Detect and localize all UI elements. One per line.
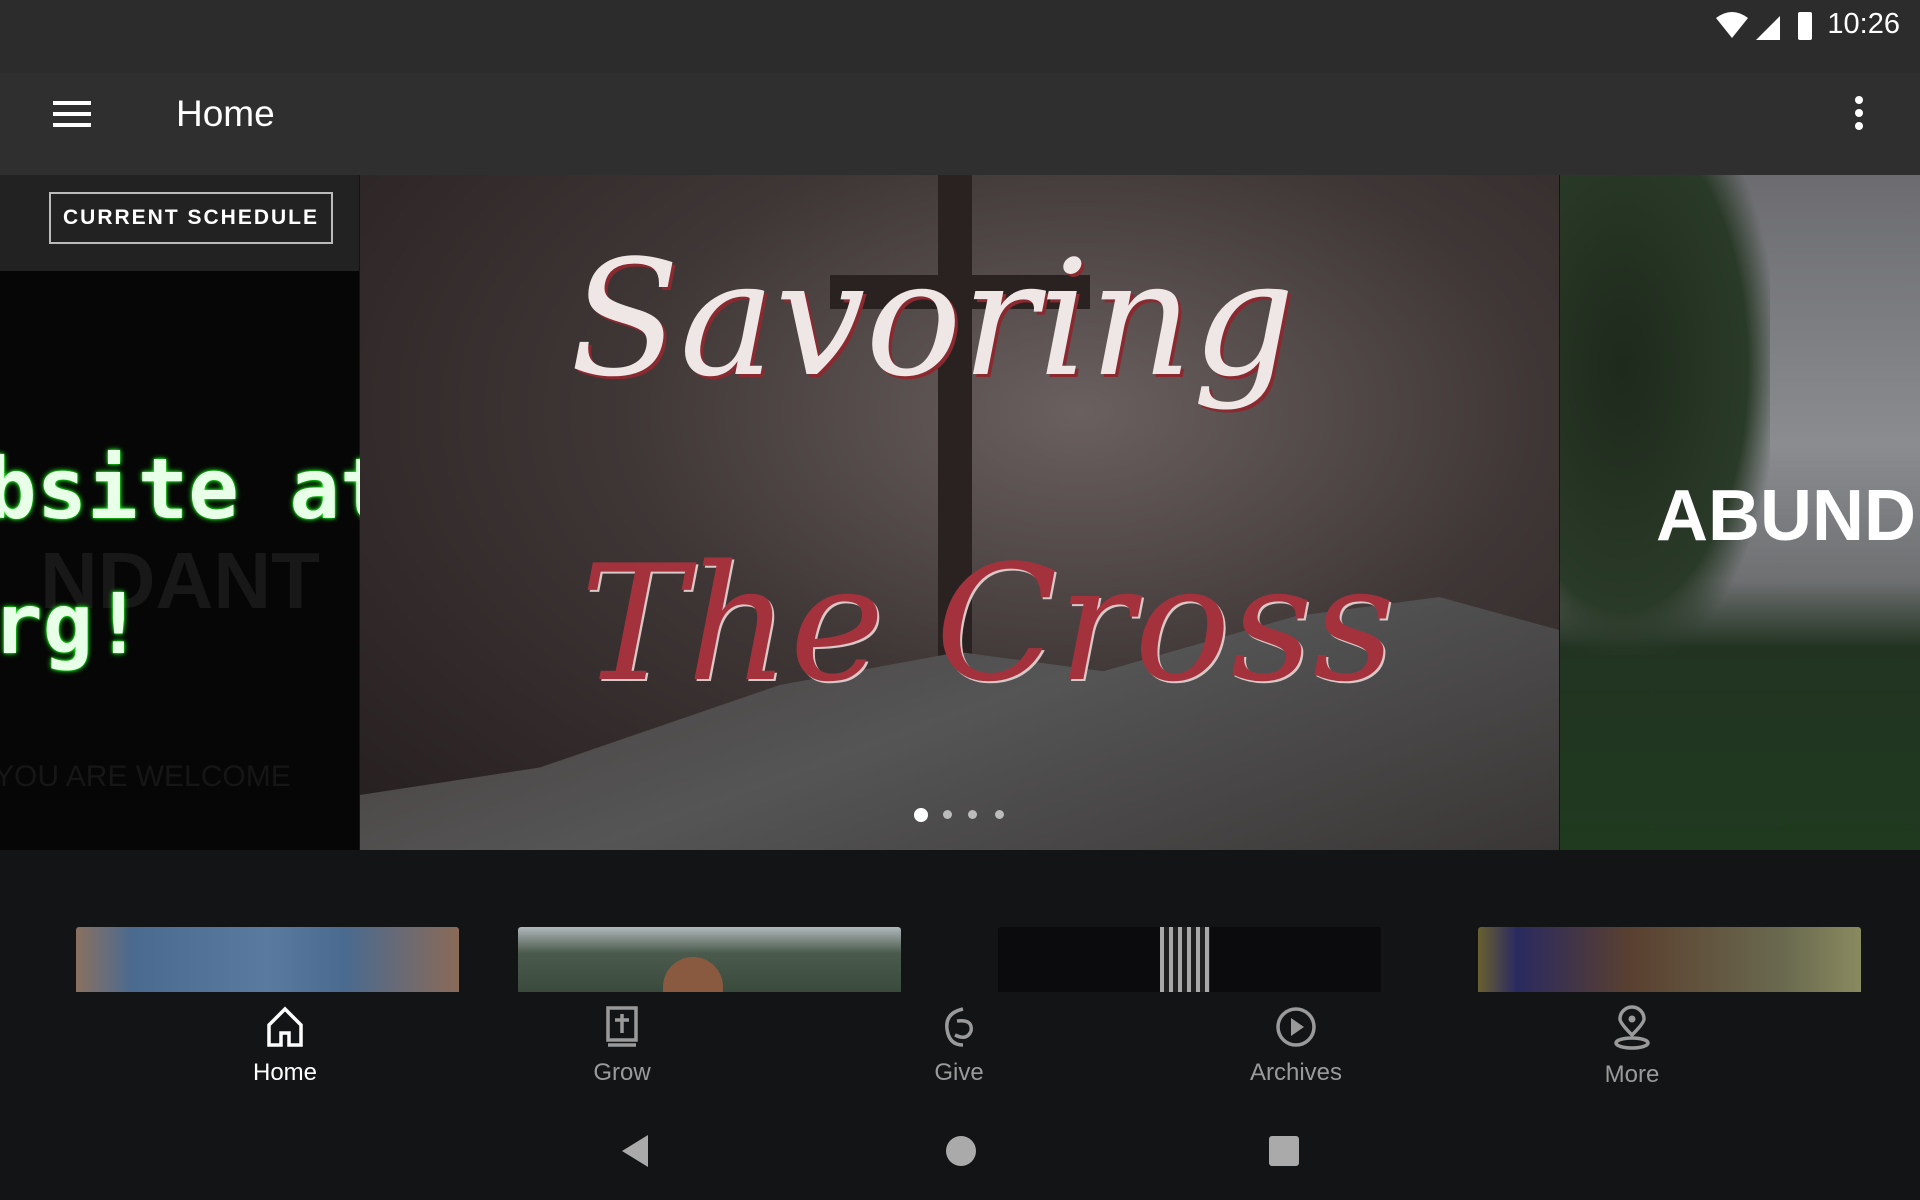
thumbnail-card[interactable] — [998, 927, 1381, 992]
clock: 10:26 — [1827, 8, 1900, 40]
tree-image — [1560, 175, 1770, 655]
wifi-icon — [1716, 12, 1748, 38]
banner-carousel[interactable]: CURRENT SCHEDULE NDANT bsite at rg! YOU … — [0, 175, 1920, 850]
thumbnail-card[interactable] — [1478, 927, 1861, 992]
signal-icon — [1756, 16, 1780, 40]
nav-more[interactable]: More — [1532, 1005, 1732, 1089]
battery-icon — [1798, 12, 1812, 40]
location-pin-icon — [1614, 1005, 1650, 1050]
bible-icon — [606, 1006, 638, 1047]
play-circle-icon — [1276, 1007, 1316, 1047]
carousel-dot-active[interactable] — [914, 808, 928, 822]
nav-grow[interactable]: Grow — [522, 1005, 722, 1087]
give-icon — [945, 1007, 973, 1047]
wifi-signal-icons — [1716, 12, 1812, 40]
slide-abundant[interactable]: ABUND — [1560, 175, 1920, 850]
slide-headline-2: rg! — [0, 575, 144, 673]
carousel-dot[interactable] — [968, 810, 977, 819]
slide-savoring-the-cross[interactable]: Savoring The Cross — [360, 175, 1559, 850]
home-circle-icon[interactable] — [945, 1133, 977, 1169]
back-icon[interactable] — [620, 1133, 650, 1169]
thumbnail-card[interactable] — [518, 927, 901, 992]
slide-title-2: The Cross — [580, 530, 1395, 717]
nav-archives[interactable]: Archives — [1196, 1005, 1396, 1087]
slide-title: ABUND — [1656, 476, 1916, 556]
slide-headline-1: bsite at — [0, 440, 391, 538]
more-vert-icon[interactable] — [1853, 95, 1865, 131]
nav-label: Archives — [1249, 1059, 1343, 1086]
carousel-dot[interactable] — [943, 810, 952, 819]
slide-title-1: Savoring — [570, 225, 1295, 412]
carousel-dot[interactable] — [995, 810, 1004, 819]
slide-header: CURRENT SCHEDULE — [0, 175, 359, 271]
current-schedule-button[interactable]: CURRENT SCHEDULE — [49, 192, 333, 244]
app-bar: Home — [0, 73, 1920, 175]
thumbnail-card[interactable] — [76, 927, 459, 992]
home-icon — [267, 1006, 303, 1047]
nav-give[interactable]: Give — [859, 1005, 1059, 1087]
nav-label: Give — [934, 1059, 984, 1086]
faint-welcome: YOU ARE WELCOME — [0, 760, 291, 793]
hamburger-icon[interactable] — [53, 99, 91, 129]
nav-label: Grow — [593, 1059, 651, 1086]
nav-home[interactable]: Home — [185, 1005, 385, 1087]
page-title: Home — [176, 93, 275, 134]
slide-website[interactable]: CURRENT SCHEDULE NDANT bsite at rg! YOU … — [0, 175, 391, 850]
recents-icon[interactable] — [1268, 1133, 1300, 1169]
nav-label: More — [1604, 1061, 1660, 1088]
status-bar: 10:26 — [0, 0, 1920, 73]
nav-label: Home — [252, 1059, 318, 1086]
